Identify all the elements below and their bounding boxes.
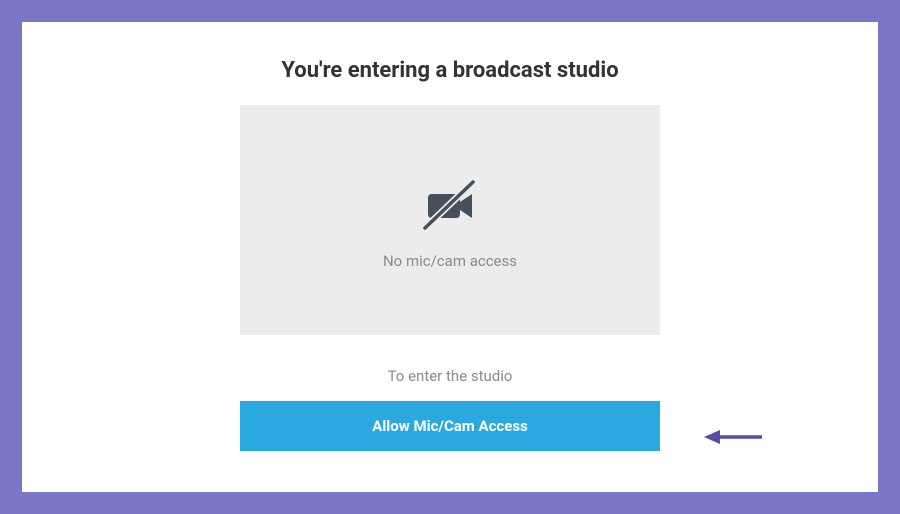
camera-off-icon — [410, 170, 490, 240]
annotation-arrow-icon — [704, 427, 762, 447]
permission-modal: You're entering a broadcast studio No mi… — [22, 22, 878, 492]
modal-title: You're entering a broadcast studio — [281, 58, 618, 83]
no-access-status: No mic/cam access — [383, 252, 517, 270]
instruction-text: To enter the studio — [388, 367, 513, 385]
allow-mic-cam-button[interactable]: Allow Mic/Cam Access — [240, 401, 660, 451]
camera-preview-box: No mic/cam access — [240, 105, 660, 335]
